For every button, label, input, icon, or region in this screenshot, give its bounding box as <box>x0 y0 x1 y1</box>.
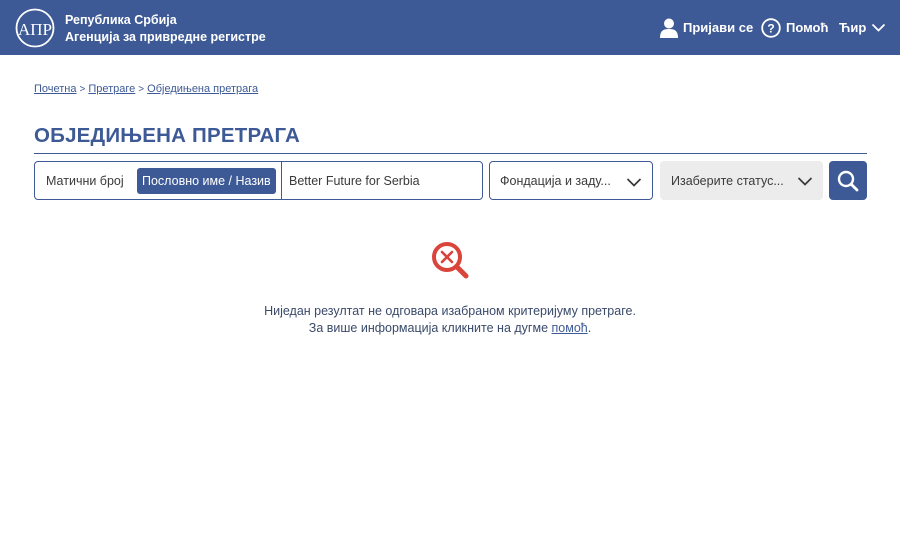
search-button[interactable] <box>829 161 867 200</box>
brand: Република Србија Агенција за привредне р… <box>65 12 266 46</box>
search-field-group: Матични број Пословно име / Назив <box>34 161 483 200</box>
user-icon <box>660 18 678 38</box>
search-mode-business-name[interactable]: Пословно име / Назив <box>137 168 276 194</box>
apr-logo[interactable]: АПР <box>15 8 55 48</box>
brand-country: Република Србија <box>65 13 177 27</box>
no-result-message: Ниједан резултат не одговара изабраном к… <box>0 303 900 337</box>
brand-agency: Агенција за привредне регистре <box>65 30 266 44</box>
page-title: ОБЈЕДИЊЕНА ПРЕТРАГА <box>34 124 301 147</box>
top-header: АПР Република Србија Агенција за привред… <box>0 0 900 55</box>
logo-text: АПР <box>18 20 52 39</box>
help-button[interactable]: ? Помоћ <box>761 0 828 55</box>
help-hint-line: За више информација кликните на дугме по… <box>0 320 900 337</box>
login-label: Пријави се <box>683 20 754 35</box>
chevron-down-icon <box>797 177 813 186</box>
chevron-down-icon <box>626 178 642 187</box>
search-mode-registration-number[interactable]: Матични број <box>46 162 124 199</box>
search-input[interactable] <box>289 162 479 199</box>
breadcrumb-separator: > <box>138 83 145 95</box>
no-result-icon <box>432 242 469 279</box>
breadcrumb-current[interactable]: Обједињена претрага <box>147 83 258 95</box>
search-icon <box>837 170 859 191</box>
question-circle-icon: ? <box>761 17 781 38</box>
breadcrumb-home[interactable]: Почетна <box>34 83 77 95</box>
help-label: Помоћ <box>786 20 829 35</box>
title-divider <box>34 153 867 154</box>
help-link[interactable]: помоћ <box>552 321 588 335</box>
help-hint-text: За више информација кликните на дугме <box>308 321 552 335</box>
entity-type-select[interactable]: Фондација и заду... <box>489 161 653 200</box>
no-result-line: Ниједан резултат не одговара изабраном к… <box>264 304 636 318</box>
breadcrumb-searches[interactable]: Претраге <box>88 83 135 95</box>
language-label: Ћир <box>839 20 867 35</box>
login-button[interactable]: Пријави се <box>660 0 753 55</box>
breadcrumb: Почетна > Претраге > Обједињена претрага <box>34 83 258 95</box>
breadcrumb-separator: > <box>79 83 86 95</box>
status-value: Изаберите статус... <box>671 173 784 188</box>
help-hint-period: . <box>587 321 592 335</box>
language-selector[interactable]: Ћир <box>839 0 886 55</box>
entity-type-value: Фондација и заду... <box>500 173 611 188</box>
search-divider <box>281 162 282 199</box>
status-select[interactable]: Изаберите статус... <box>660 161 823 200</box>
svg-text:?: ? <box>767 21 774 35</box>
chevron-down-icon <box>872 23 886 32</box>
